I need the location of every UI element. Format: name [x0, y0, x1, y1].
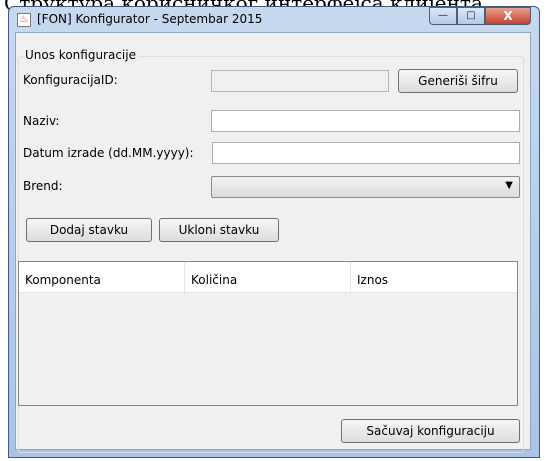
title-bar[interactable]: ♨ [FON] Konfigurator - Septembar 2015 — … [9, 7, 539, 33]
datum-input[interactable] [212, 142, 520, 164]
add-item-button[interactable]: Dodaj stavku [26, 218, 152, 242]
save-configuration-button[interactable]: Sačuvaj konfiguraciju [341, 419, 520, 443]
naziv-input[interactable] [211, 110, 520, 132]
maximize-button[interactable]: □ [457, 7, 485, 25]
window-title: [FON] Konfigurator - Septembar 2015 [37, 12, 263, 26]
remove-item-button[interactable]: Ukloni stavku [159, 218, 279, 242]
window-controls: — □ X [429, 7, 531, 25]
naziv-label: Naziv: [23, 114, 60, 128]
column-header-komponenta[interactable]: Komponenta [19, 262, 185, 292]
group-title: Unos konfiguracije [23, 48, 138, 62]
generate-id-button[interactable]: Generiši šifru [398, 69, 518, 93]
chevron-down-icon: ▼ [505, 180, 513, 191]
datum-label: Datum izrade (dd.MM.yyyy): [23, 146, 194, 160]
konfiguracija-id-field [211, 70, 389, 92]
minimize-button[interactable]: — [429, 7, 457, 25]
items-table[interactable]: Komponenta Količina Iznos [18, 261, 518, 406]
column-header-kolicina[interactable]: Količina [185, 262, 351, 292]
brend-dropdown[interactable]: ▼ [211, 176, 520, 198]
column-header-iznos[interactable]: Iznos [351, 262, 517, 292]
close-button[interactable]: X [485, 7, 531, 25]
java-app-icon: ♨ [17, 13, 31, 27]
konfiguracija-id-label: KonfiguracijaID: [23, 73, 118, 87]
table-header: Komponenta Količina Iznos [19, 262, 517, 293]
brend-label: Brend: [23, 179, 63, 193]
